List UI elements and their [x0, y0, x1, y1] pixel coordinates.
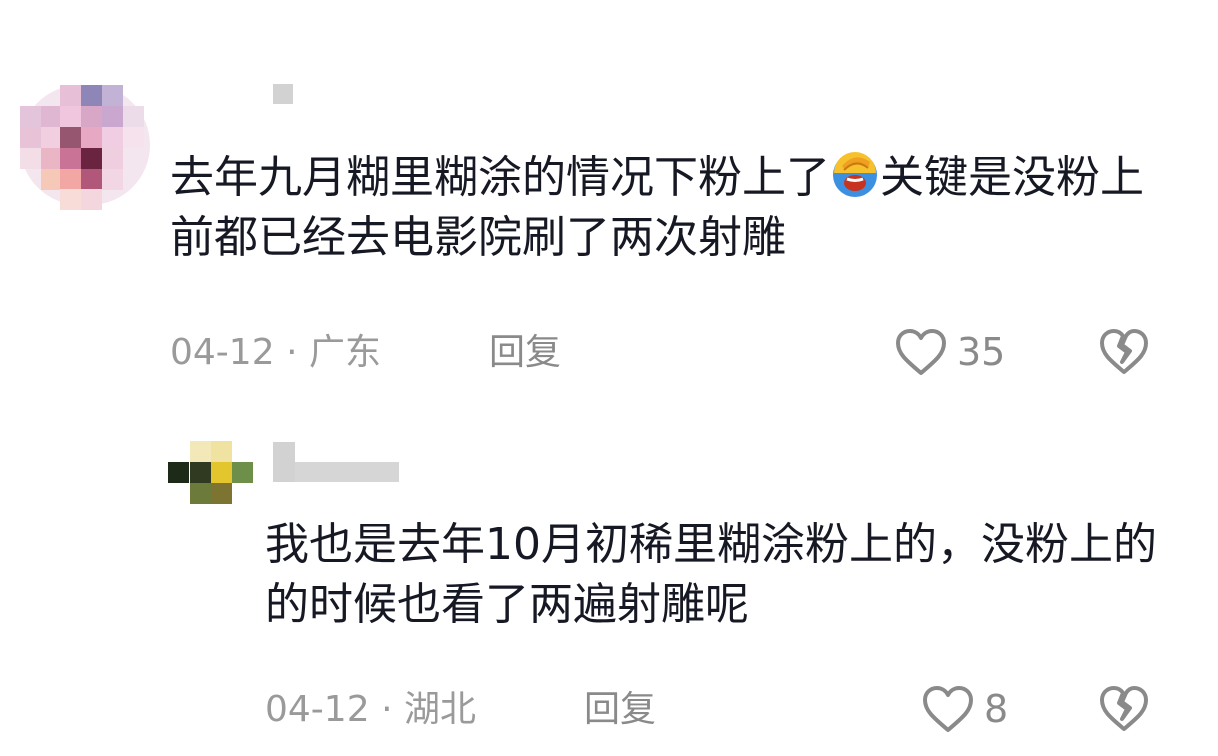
comment-text: 去年九月糊里糊涂的情况下粉上了 关键是没粉上前都已经去电影院刷了两次射雕: [170, 148, 1160, 268]
username[interactable]: [273, 442, 295, 482]
meta-separator: ·: [381, 689, 393, 730]
dislike-button[interactable]: [1098, 683, 1150, 737]
like-count: 35: [957, 330, 1006, 374]
heart-icon: [923, 686, 973, 732]
meta-separator: ·: [286, 332, 298, 373]
broken-heart-icon: [1100, 329, 1148, 374]
comment-date: 04-12: [265, 689, 370, 730]
broken-heart-icon: [1100, 686, 1148, 731]
avatar[interactable]: [168, 441, 254, 505]
reply-button[interactable]: 回复: [584, 688, 656, 732]
like-count: 8: [984, 687, 1009, 731]
reply-button[interactable]: 回复: [489, 331, 561, 375]
comment-text-part1: 去年九月糊里糊涂的情况下粉上了: [170, 152, 830, 203]
comment-meta: 04-12 · 广东: [170, 331, 381, 375]
heart-icon: [896, 329, 946, 375]
face-palm-laughing-emoji: [833, 152, 877, 197]
like-button[interactable]: 35: [893, 326, 1005, 378]
comment-location: 湖北: [403, 689, 476, 730]
username[interactable]: [273, 84, 293, 104]
username-blur: [295, 462, 399, 482]
avatar[interactable]: [20, 85, 150, 210]
comment-date: 04-12: [170, 332, 275, 373]
dislike-button[interactable]: [1098, 326, 1150, 380]
like-button[interactable]: 8: [920, 683, 1008, 735]
comment-text: 我也是去年10月初稀里糊涂粉上的，没粉上的的时候也看了两遍射雕呢: [265, 519, 1157, 630]
comment-meta: 04-12 · 湖北: [265, 688, 476, 732]
comment-location: 广东: [308, 332, 381, 373]
